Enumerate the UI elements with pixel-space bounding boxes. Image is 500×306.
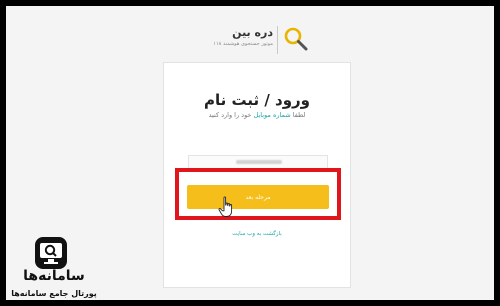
subtitle-prefix: لطفا bbox=[292, 111, 306, 119]
watermark-logo: سامانه‌ها پورتال جامع سامانه‌ها bbox=[6, 232, 102, 300]
watermark-tagline: پورتال جامع سامانه‌ها bbox=[11, 289, 97, 298]
magnifier-icon bbox=[284, 27, 308, 51]
hand-pointer-icon bbox=[218, 196, 233, 217]
login-subtitle: لطفا شماره موبایل خود را وارد کنید bbox=[164, 111, 350, 119]
brand-name: دره بین bbox=[232, 26, 273, 39]
monitor-search-icon bbox=[35, 237, 67, 269]
subtitle-suffix: خود را وارد کنید bbox=[208, 111, 252, 119]
back-to-website-link[interactable]: بازگشت به وب سایت bbox=[164, 231, 350, 237]
logo-divider bbox=[277, 26, 278, 54]
subtitle-highlight: شماره موبایل bbox=[253, 111, 291, 119]
watermark-name: سامانه‌ها bbox=[23, 268, 85, 284]
login-title: ورود / ثبت نام bbox=[203, 91, 311, 109]
site-logo[interactable]: دره بین موتور جستجوی هوشمند ۱۱۸ bbox=[211, 24, 309, 58]
brand-tagline: موتور جستجوی هوشمند ۱۱۸ bbox=[213, 41, 273, 47]
annotation-highlight-box bbox=[175, 168, 341, 220]
browser-viewport: دره بین موتور جستجوی هوشمند ۱۱۸ ورود / ث… bbox=[6, 6, 494, 300]
blurred-phone-number bbox=[236, 160, 282, 164]
